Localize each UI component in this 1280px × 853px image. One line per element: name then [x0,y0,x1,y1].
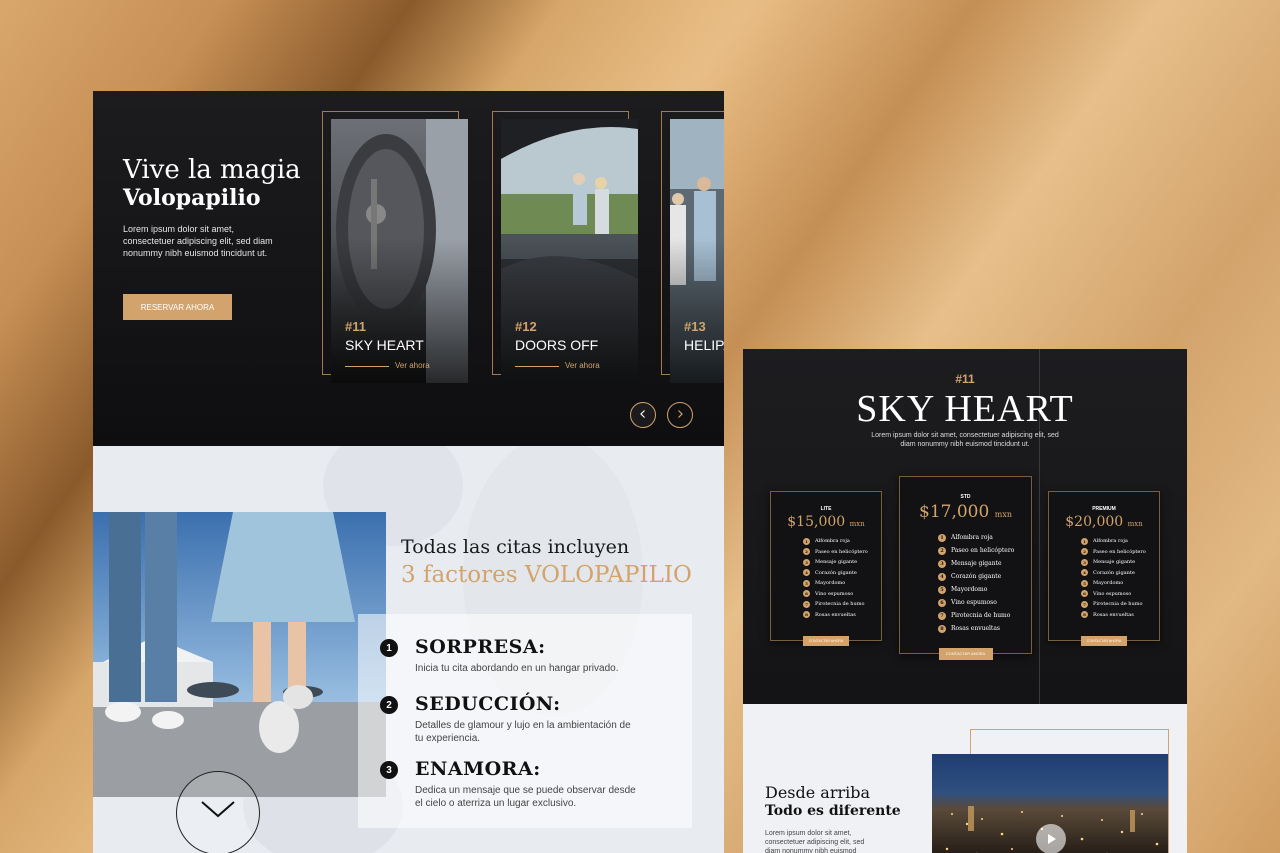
product-description: Lorem ipsum dolor sit amet, consectetuer… [871,432,1059,448]
chevron-left-icon [638,408,648,422]
plan-price: $17,000 mxn [900,502,1031,522]
plan-features: 1 Alfombra roja 2 Paseo en helicóptero 3 Me… [1049,536,1159,620]
card-title: SKY HEART [345,337,424,353]
pricing-card-std: STD $17,000 mxn 1 Alfombra roja 2 Paseo en… [899,476,1032,660]
plan-feature: 7 Pirotecnia de humo [1081,599,1159,610]
price-amount: $17,000 [919,502,990,522]
factor-item: 2 SEDUCCIÓN: Detalles de glamour y lujo … [380,693,640,745]
card-number: #13 [684,319,706,334]
factor-number: 3 [380,761,398,779]
plan-price: $15,000 mxn [771,514,881,530]
factor-title: SORPRESA: [415,636,546,658]
experience-card[interactable]: #13 HELIPA [661,111,724,383]
contact-button[interactable]: CONTACTAR AHORA [938,648,993,660]
factor-number: 2 [380,696,398,714]
plan-feature: 1 Alfombra roja [1081,536,1159,547]
promo-section: Desde arriba Todo es diferente Lorem ips… [743,704,1187,853]
plan-tier: PREMIUM [1092,506,1116,512]
plan-feature: 4 Corazón gigante [803,568,881,579]
hero-description: Lorem ipsum dolor sit amet, consectetuer… [123,224,273,258]
chevron-down-icon [198,798,238,825]
chevron-right-icon [675,408,685,422]
promo-subtitle: Todo es diferente [765,803,901,819]
factors-section: Todas las citas incluyen 3 factores VOLO… [93,446,724,853]
plan-feature: 8 Rosas envueltas [803,610,881,621]
plan-features: 1 Alfombra roja 2 Paseo en helicóptero 3 Me… [771,536,881,620]
price-currency: mxn [1127,520,1143,528]
pricing-card-lite: LITE $15,000 mxn 1 Alfombra roja 2 Paseo e… [770,491,882,646]
promo-title: Desde arriba [765,783,871,802]
landing-page-mockup: Vive la magia Volopapilio Lorem ipsum do… [93,91,724,853]
price-amount: $20,000 [1065,514,1124,530]
plan-feature: 3 Mensaje gigante [938,557,1031,570]
hero-brand: Volopapilio [123,185,261,211]
factors-heading: Todas las citas incluyen [401,536,630,558]
price-amount: $15,000 [787,514,846,530]
plan-feature: 5 Mayordomo [1081,578,1159,589]
couple-photo [93,512,386,797]
plan-feature: 5 Mayordomo [803,578,881,589]
promo-description: Lorem ipsum dolor sit amet, consectetuer… [765,830,865,853]
hero-title: Vive la magia [123,155,301,185]
factor-number: 1 [380,639,398,657]
plan-feature: 8 Rosas envueltas [938,622,1031,635]
product-number: #11 [955,372,975,386]
carousel-prev-button[interactable] [630,402,656,428]
factors-subheading: 3 factores VOLOPAPILIO [401,562,692,588]
plan-feature: 6 Vino espumoso [803,589,881,600]
factor-description: Detalles de glamour y lujo en la ambient… [415,720,631,744]
plan-feature: 4 Corazón gigante [938,570,1031,583]
experience-card[interactable]: #11 SKY HEART Ver ahora [322,111,468,383]
plan-features: 1 Alfombra roja 2 Paseo en helicóptero 3 Me… [900,531,1031,635]
factor-description: Dedica un mensaje que se puede observar … [415,785,636,809]
contact-button[interactable]: CONTACTAR AHORA [1081,636,1127,646]
card-link[interactable]: Ver ahora [395,361,430,370]
plan-feature: 6 Vino espumoso [1081,589,1159,600]
plan-feature: 7 Pirotecnia de humo [803,599,881,610]
plan-feature: 6 Vino espumoso [938,596,1031,609]
factor-description: Inicia tu cita abordando en un hangar pr… [415,663,619,674]
hero-section: Vive la magia Volopapilio Lorem ipsum do… [93,91,724,446]
product-title: SKY HEART [856,388,1074,430]
card-link[interactable]: Ver ahora [565,361,600,370]
price-currency: mxn [994,510,1012,519]
plan-tier: STD [960,494,971,500]
contact-button[interactable]: CONTACTAR AHORA [803,636,849,646]
card-divider [515,366,559,367]
factors-list: 1 SORPRESA: Inicia tu cita abordando en … [358,614,692,828]
plan-feature: 3 Mensaje gigante [803,557,881,568]
card-number: #12 [515,319,537,334]
card-title: HELIPA [684,337,724,353]
plan-feature: 3 Mensaje gigante [1081,557,1159,568]
plan-feature: 4 Corazón gigante [1081,568,1159,579]
plan-feature: 7 Pirotecnia de humo [938,609,1031,622]
factor-item: 3 ENAMORA: Dedica un mensaje que se pued… [380,758,640,810]
plan-feature: 2 Paseo en helicóptero [938,544,1031,557]
plan-tier: LITE [820,506,832,512]
plan-feature: 1 Alfombra roja [938,531,1031,544]
factor-title: SEDUCCIÓN: [415,693,561,715]
pricing-card-premium: PREMIUM $20,000 mxn 1 Alfombra roja 2 Pase… [1048,491,1160,646]
experience-card[interactable]: #12 DOORS OFF Ver ahora [492,111,638,383]
card-number: #11 [345,319,366,334]
city-night-image [932,754,1168,853]
plan-feature: 1 Alfombra roja [803,536,881,547]
card-divider [345,366,389,367]
scroll-down-button[interactable] [176,771,260,853]
plan-price: $20,000 mxn [1049,514,1159,530]
factor-title: ENAMORA: [415,758,541,780]
carousel-next-button[interactable] [667,402,693,428]
plan-feature: 2 Paseo en helicóptero [1081,547,1159,558]
product-page-mockup: #11 SKY HEART Lorem ipsum dolor sit amet… [743,349,1187,853]
plan-feature: 8 Rosas envueltas [1081,610,1159,621]
plan-feature: 5 Mayordomo [938,583,1031,596]
pricing-section: #11 SKY HEART Lorem ipsum dolor sit amet… [743,349,1187,704]
reserve-button[interactable]: RESERVAR AHORA [123,294,232,320]
play-icon[interactable] [1036,824,1066,853]
plan-feature: 2 Paseo en helicóptero [803,547,881,558]
price-currency: mxn [849,520,865,528]
card-title: DOORS OFF [515,337,599,353]
factor-item: 1 SORPRESA: Inicia tu cita abordando en … [380,636,640,675]
